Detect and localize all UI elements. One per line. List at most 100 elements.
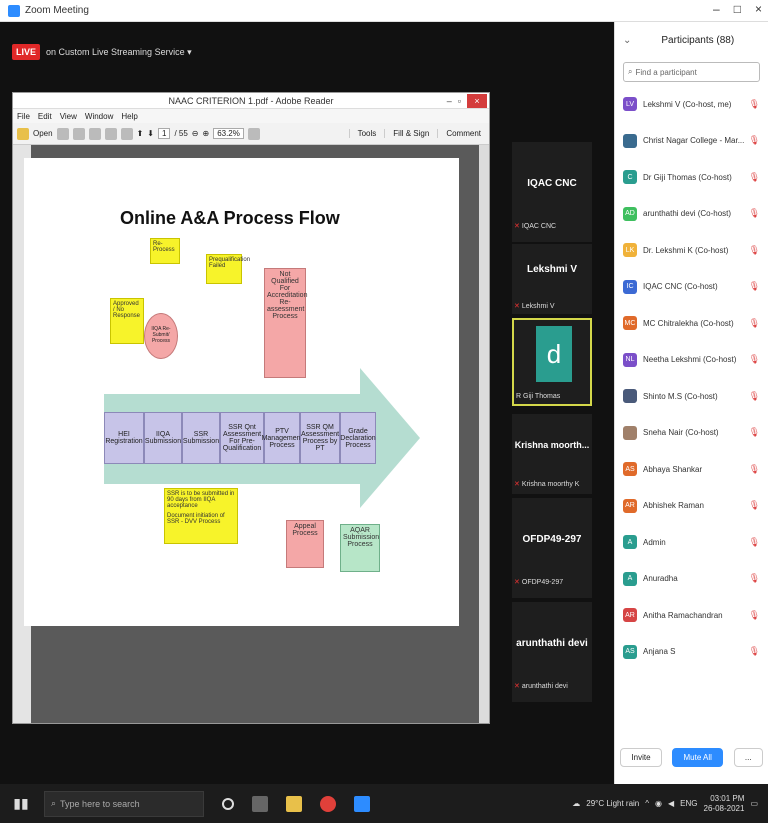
participant-row[interactable]: MC MC Chitralekha (Co-host) 🎙 bbox=[615, 305, 768, 342]
mic-muted-icon[interactable]: 🎙 bbox=[749, 610, 760, 621]
zoom-out-icon[interactable]: ⊖ bbox=[192, 129, 199, 138]
language-indicator[interactable]: ENG bbox=[680, 799, 697, 808]
tab-tools[interactable]: Tools bbox=[348, 129, 385, 138]
open-button[interactable]: Open bbox=[33, 129, 53, 138]
file-explorer-icon[interactable] bbox=[286, 795, 302, 812]
cortana-icon[interactable] bbox=[222, 797, 234, 810]
participant-row[interactable]: AS Abhaya Shankar 🎙 bbox=[615, 451, 768, 488]
video-tile[interactable]: IQAC CNC ✕ IQAC CNC bbox=[512, 142, 592, 242]
participant-row[interactable]: LV Lekshmi V (Co-host, me) 🎙 bbox=[615, 86, 768, 123]
participant-name: Lekshmi V (Co-host, me) bbox=[643, 99, 732, 109]
video-tile[interactable]: OFDP49-297 ✕ OFDP49-297 bbox=[512, 498, 592, 598]
tray-chevron-icon[interactable]: ^ bbox=[645, 799, 649, 808]
panel-footer: Invite Mute All ... bbox=[615, 742, 768, 772]
participant-row[interactable]: A Admin 🎙 bbox=[615, 524, 768, 561]
notification-icon[interactable]: ▭ bbox=[750, 799, 758, 808]
mic-muted-icon[interactable]: 🎙 bbox=[749, 646, 760, 657]
mic-muted-icon[interactable]: 🎙 bbox=[749, 245, 760, 256]
mic-muted-icon[interactable]: 🎙 bbox=[749, 573, 760, 584]
menu-edit[interactable]: Edit bbox=[38, 112, 52, 121]
avatar: C bbox=[623, 170, 637, 185]
prev-page-icon[interactable]: ⬆ bbox=[137, 129, 144, 138]
avatar: MC bbox=[623, 316, 637, 331]
avatar: AR bbox=[623, 498, 637, 513]
mic-muted-icon[interactable]: 🎙 bbox=[749, 281, 760, 292]
video-tile[interactable]: arunthathi devi ✕ arunthathi devi bbox=[512, 602, 592, 702]
menu-window[interactable]: Window bbox=[85, 112, 113, 121]
chrome-icon[interactable] bbox=[320, 795, 336, 812]
mic-muted-icon[interactable]: 🎙 bbox=[749, 99, 760, 110]
menu-file[interactable]: File bbox=[17, 112, 30, 121]
mic-muted-icon[interactable]: 🎙 bbox=[749, 427, 760, 438]
zoom-in-icon[interactable]: ⊕ bbox=[202, 129, 209, 138]
task-view-icon[interactable] bbox=[252, 795, 268, 812]
tab-comment[interactable]: Comment bbox=[437, 129, 489, 138]
reader-scrollbar[interactable] bbox=[479, 145, 489, 723]
participant-row[interactable]: AD arunthathi devi (Co-host) 🎙 bbox=[615, 196, 768, 233]
more-button[interactable]: ... bbox=[733, 747, 763, 767]
print-icon[interactable] bbox=[104, 127, 117, 140]
participant-search-input[interactable]: ⌕ Find a participant bbox=[623, 62, 760, 82]
reader-menubar: File Edit View Window Help bbox=[13, 109, 489, 123]
participant-row[interactable]: LK Dr. Lekshmi K (Co-host) 🎙 bbox=[615, 232, 768, 269]
menu-help[interactable]: Help bbox=[121, 112, 137, 121]
participant-row[interactable]: Shinto M.S (Co-host) 🎙 bbox=[615, 378, 768, 415]
volume-icon[interactable]: ◀ bbox=[668, 799, 674, 808]
chevron-down-icon[interactable]: ⌄ bbox=[623, 35, 631, 46]
close-button[interactable]: × bbox=[755, 2, 762, 16]
mic-muted-icon[interactable]: 🎙 bbox=[749, 500, 760, 511]
sign-icon[interactable] bbox=[247, 127, 260, 140]
reader-close-button[interactable]: × bbox=[467, 94, 487, 108]
participant-row[interactable]: IC IQAC CNC (Co-host) 🎙 bbox=[615, 269, 768, 306]
tile-label: R Giji Thomas bbox=[516, 393, 561, 400]
settings-icon[interactable] bbox=[88, 127, 101, 140]
mic-muted-icon[interactable]: 🎙 bbox=[749, 464, 760, 475]
reader-minimize-button[interactable]: – bbox=[447, 96, 452, 106]
video-tile[interactable]: Krishna moorth... ✕ Krishna moorthy K bbox=[512, 414, 592, 494]
mic-muted-icon[interactable]: 🎙 bbox=[749, 135, 760, 146]
participant-row[interactable]: AR Abhishek Raman 🎙 bbox=[615, 488, 768, 525]
tab-fill-sign[interactable]: Fill & Sign bbox=[384, 129, 437, 138]
clock[interactable]: 03:01 PM 26-08-2021 bbox=[704, 794, 745, 814]
reader-restore-button[interactable]: ▫ bbox=[458, 96, 461, 106]
system-tray: ☁ 29°C Light rain ^ ◉ ◀ ENG 03:01 PM 26-… bbox=[572, 794, 758, 814]
menu-view[interactable]: View bbox=[60, 112, 77, 121]
search-icon: ⌕ bbox=[628, 67, 633, 76]
email-icon[interactable] bbox=[120, 127, 133, 140]
live-stream-indicator[interactable]: LIVE on Custom Live Streaming Service ▾ bbox=[12, 44, 192, 60]
participant-row[interactable]: A Anuradha 🎙 bbox=[615, 561, 768, 598]
mute-all-button[interactable]: Mute All bbox=[672, 747, 723, 767]
taskbar-search-input[interactable]: ⌕ Type here to search bbox=[44, 790, 204, 817]
invite-button[interactable]: Invite bbox=[620, 747, 662, 767]
participant-row[interactable]: AS Anjana S 🎙 bbox=[615, 634, 768, 671]
mic-muted-icon[interactable]: 🎙 bbox=[749, 172, 760, 183]
participant-row[interactable]: Christ Nagar College - Mar... (Host) 🎙 bbox=[615, 123, 768, 160]
participant-row[interactable]: Sneha Nair (Co-host) 🎙 bbox=[615, 415, 768, 452]
maximize-button[interactable]: □ bbox=[734, 2, 741, 16]
network-icon[interactable]: ◉ bbox=[655, 799, 662, 808]
zoom-level-select[interactable]: 63.2% bbox=[213, 128, 244, 139]
windows-start-icon[interactable]: ▮▮ bbox=[10, 793, 32, 815]
create-pdf-icon[interactable] bbox=[56, 127, 69, 140]
mic-muted-icon[interactable]: 🎙 bbox=[749, 318, 760, 329]
zoom-taskbar-icon[interactable] bbox=[354, 795, 370, 812]
video-tile[interactable]: Lekshmi V ✕ Lekshmi V bbox=[512, 244, 592, 314]
edit-icon[interactable] bbox=[72, 127, 85, 140]
participant-row[interactable]: C Dr Giji Thomas (Co-host) 🎙 bbox=[615, 159, 768, 196]
participant-row[interactable]: NL Neetha Lekshmi (Co-host) 🎙 bbox=[615, 342, 768, 379]
mic-muted-icon[interactable]: 🎙 bbox=[749, 391, 760, 402]
folder-icon[interactable] bbox=[17, 127, 29, 140]
weather-text[interactable]: 29°C Light rain bbox=[586, 799, 639, 808]
live-label[interactable]: on Custom Live Streaming Service ▾ bbox=[46, 47, 192, 58]
step-hei-registration: HEI Registration bbox=[104, 412, 144, 464]
page-number-field[interactable]: 1 bbox=[157, 128, 171, 139]
mic-muted-icon[interactable]: 🎙 bbox=[749, 537, 760, 548]
minimize-button[interactable]: – bbox=[713, 2, 720, 16]
mic-muted-icon[interactable]: 🎙 bbox=[749, 208, 760, 219]
avatar: AS bbox=[623, 462, 637, 477]
video-tile-active-speaker[interactable]: d R Giji Thomas bbox=[512, 318, 592, 406]
mic-muted-icon[interactable]: 🎙 bbox=[749, 354, 760, 365]
participant-row[interactable]: AR Anitha Ramachandran 🎙 bbox=[615, 597, 768, 634]
avatar: AS bbox=[623, 644, 637, 659]
next-page-icon[interactable]: ⬇ bbox=[147, 129, 154, 138]
